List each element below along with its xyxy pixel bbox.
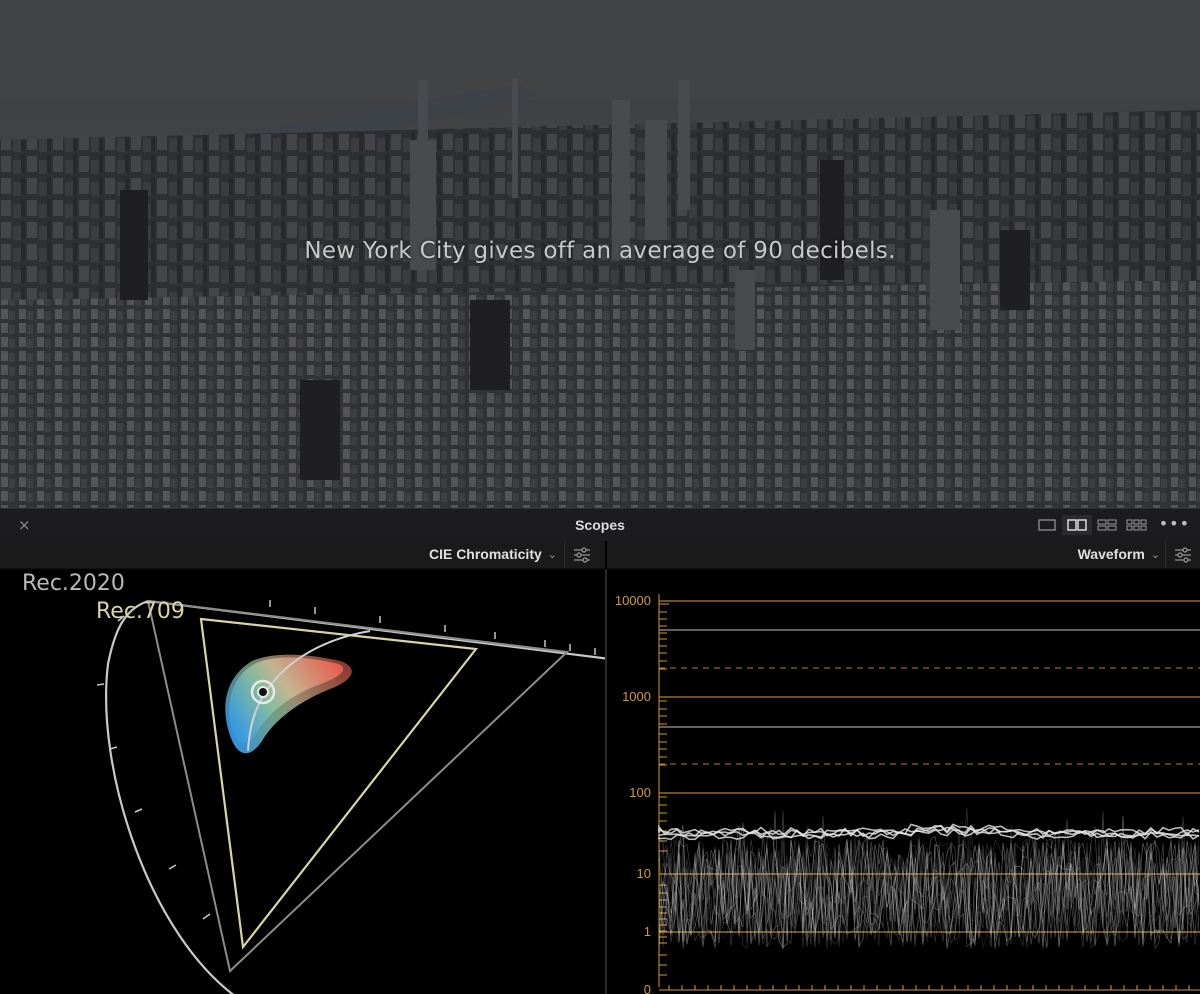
chevron-down-icon: ⌄ bbox=[1150, 548, 1160, 561]
video-viewer[interactable]: New York City gives off an average of 90… bbox=[0, 0, 1200, 508]
waveform-graticule bbox=[658, 594, 1200, 991]
chevron-down-icon: ⌄ bbox=[547, 548, 557, 561]
right-scope-label: Waveform bbox=[1077, 546, 1145, 562]
y-axis-label: 10000 bbox=[614, 593, 651, 608]
left-scope-settings-button[interactable] bbox=[564, 541, 599, 568]
left-scope-label: CIE Chromaticity bbox=[428, 546, 542, 562]
left-scope-dropdown[interactable]: CIE Chromaticity ⌄ bbox=[429, 546, 557, 562]
rec709-label: Rec.709 bbox=[96, 599, 185, 624]
y-axis-label: 10 bbox=[636, 866, 651, 881]
y-axis-label: 0 bbox=[643, 982, 651, 994]
rec2020-gamut bbox=[146, 599, 570, 973]
multi-layout-button[interactable] bbox=[1122, 515, 1152, 535]
y-axis-label: 1000 bbox=[622, 689, 651, 704]
waveform-scope: 10000 1000 100 10 1 0 bbox=[607, 569, 1200, 994]
single-layout-icon bbox=[1038, 519, 1056, 531]
dual-layout-button[interactable] bbox=[1062, 515, 1092, 535]
scopes-panel: × Scopes ••• CIE Chromaticity ⌄ Waveform… bbox=[0, 508, 1200, 994]
y-axis-label: 1 bbox=[643, 924, 651, 939]
dual-layout-icon bbox=[1067, 519, 1087, 531]
cie-chromaticity-scope: Rec.2020 Rec.709 bbox=[0, 569, 605, 994]
rec2020-label: Rec.2020 bbox=[22, 571, 125, 596]
waveform-trace bbox=[658, 808, 1200, 951]
panel-title: Scopes bbox=[575, 517, 625, 533]
sliders-icon bbox=[574, 546, 590, 563]
quad-layout-button[interactable] bbox=[1092, 515, 1122, 535]
right-scope-settings-button[interactable] bbox=[1165, 541, 1200, 568]
right-scope-dropdown[interactable]: Waveform ⌄ bbox=[1078, 546, 1160, 562]
layout-switcher bbox=[1032, 515, 1152, 537]
single-layout-button[interactable] bbox=[1032, 515, 1062, 535]
scopes-titlebar: × Scopes ••• bbox=[0, 508, 1200, 541]
y-axis-label: 100 bbox=[629, 785, 651, 800]
quad-layout-icon bbox=[1097, 519, 1117, 531]
more-options-icon[interactable]: ••• bbox=[1159, 514, 1190, 533]
left-scope-header: CIE Chromaticity ⌄ bbox=[0, 541, 605, 569]
right-scope-header: Waveform ⌄ bbox=[607, 541, 1200, 569]
video-caption: New York City gives off an average of 90… bbox=[304, 238, 896, 264]
multi-layout-icon bbox=[1126, 519, 1147, 531]
spectral-locus bbox=[105, 599, 605, 994]
sliders-icon bbox=[1175, 546, 1191, 563]
cie-diagram bbox=[96, 599, 605, 994]
